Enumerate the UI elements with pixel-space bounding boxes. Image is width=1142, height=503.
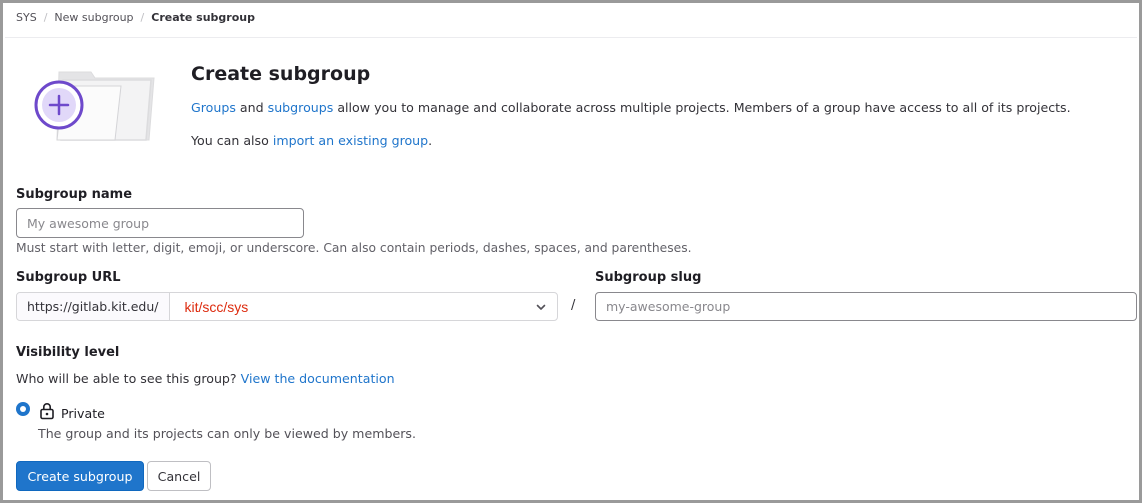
documentation-link[interactable]: View the documentation [241, 371, 395, 386]
subgroup-name-label: Subgroup name [16, 187, 133, 202]
radio-selected-dot [20, 406, 26, 412]
visibility-level-label: Visibility level [16, 345, 120, 360]
breadcrumb-item-new-subgroup[interactable]: New subgroup [54, 11, 133, 24]
description-text: allow you to manage and collaborate acro… [337, 100, 1071, 115]
namespace-dropdown[interactable]: kit/scc/sys [170, 293, 557, 320]
visibility-question: Who will be able to see this group? View… [16, 371, 395, 386]
subgroup-slug-input[interactable] [595, 292, 1137, 321]
subgroup-url-label: Subgroup URL [16, 270, 121, 285]
subgroups-link[interactable]: subgroups [268, 100, 334, 115]
cancel-button[interactable]: Cancel [147, 461, 211, 491]
url-prefix: https://gitlab.kit.edu/ [17, 293, 170, 320]
lock-icon [40, 403, 54, 420]
breadcrumb: SYS / New subgroup / Create subgroup [16, 11, 255, 24]
subgroup-name-help: Must start with letter, digit, emoji, or… [16, 241, 692, 255]
visibility-private-radio[interactable] [16, 402, 30, 416]
subgroup-slug-label: Subgroup slug [595, 270, 702, 285]
visibility-question-text: Who will be able to see this group? [16, 371, 237, 386]
breadcrumb-separator: / [43, 11, 48, 24]
page-description: Groups and subgroups allow you to manage… [191, 100, 1071, 115]
breadcrumb-item-sys[interactable]: SYS [16, 11, 37, 24]
url-slug-separator: / [571, 298, 576, 313]
subgroup-name-input[interactable] [16, 208, 304, 238]
chevron-down-icon [536, 304, 546, 310]
visibility-private-help: The group and its projects can only be v… [38, 426, 416, 441]
import-group-link[interactable]: import an existing group [273, 133, 428, 148]
groups-link[interactable]: Groups [191, 100, 236, 115]
breadcrumb-separator: / [140, 11, 145, 24]
visibility-private-label[interactable]: Private [61, 406, 105, 421]
breadcrumb-item-current: Create subgroup [151, 11, 255, 24]
new-subgroup-illustration [34, 71, 155, 141]
subgroup-url-group: https://gitlab.kit.edu/ kit/scc/sys [16, 292, 558, 321]
import-prefix-text: You can also [191, 133, 269, 148]
namespace-dropdown-value: kit/scc/sys [184, 298, 249, 315]
import-suffix-text: . [428, 133, 433, 148]
page-title: Create subgroup [191, 63, 371, 85]
import-description: You can also import an existing group. [191, 133, 432, 148]
create-subgroup-button[interactable]: Create subgroup [16, 461, 144, 491]
header-divider [5, 37, 1137, 38]
plus-circle-icon [34, 80, 84, 130]
description-text-and: and [239, 100, 264, 115]
